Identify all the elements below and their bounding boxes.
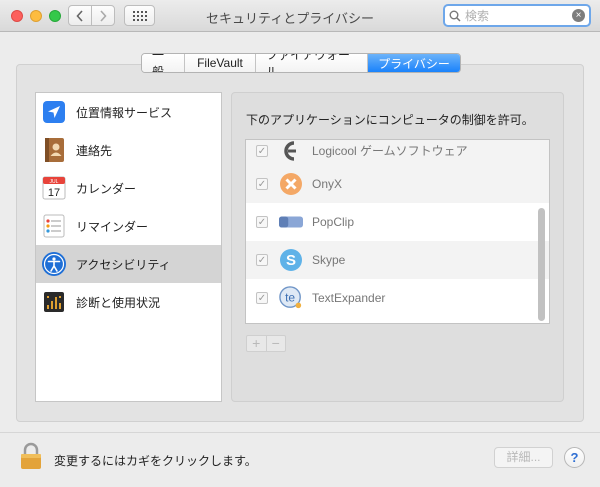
app-checkbox[interactable]: ✓ — [256, 178, 268, 190]
app-name: PopClip — [312, 215, 355, 229]
clear-search-icon[interactable]: × — [572, 9, 585, 22]
show-all-button[interactable] — [124, 5, 155, 26]
app-name: Skype — [312, 253, 346, 267]
tab-filevault[interactable]: FileVault — [185, 54, 256, 72]
sidebar-item-calendar[interactable]: JUL 17 カレンダー — [36, 169, 221, 207]
app-checkbox[interactable]: ✓ — [256, 292, 268, 304]
search-field[interactable]: × — [443, 4, 591, 27]
app-checkbox[interactable]: ✓ — [256, 144, 268, 157]
sidebar-item-label: 位置情報サービス — [76, 105, 173, 120]
app-name: TextExpander — [312, 291, 386, 305]
help-button[interactable]: ? — [564, 447, 585, 468]
back-button[interactable] — [68, 5, 92, 26]
list-item[interactable]: ✓ OnyX — [246, 165, 549, 203]
app-name: Logicool ゲームソフトウェア — [312, 144, 468, 158]
sidebar-item-label: リマインダー — [76, 219, 149, 234]
calendar-day-text: 17 — [48, 187, 60, 199]
diagnostics-icon — [41, 289, 67, 315]
chevron-left-icon — [76, 9, 83, 22]
sidebar-item-location-services[interactable]: 位置情報サービス — [36, 93, 221, 131]
tab-bar: 一般 FileVault ファイアウォール プライバシー — [141, 53, 461, 73]
list-item[interactable]: ✓ S Skype — [246, 241, 549, 279]
svg-text:te: te — [285, 291, 295, 305]
chevron-right-icon — [100, 9, 107, 22]
forward-button[interactable] — [91, 5, 115, 26]
add-app-button[interactable]: + — [247, 336, 267, 351]
app-checkbox[interactable]: ✓ — [256, 216, 268, 228]
remove-app-button[interactable]: − — [267, 336, 286, 351]
details-button[interactable]: 詳細... — [494, 447, 553, 468]
tab-firewall[interactable]: ファイアウォール — [256, 54, 368, 72]
sidebar-item-label: アクセシビリティ — [76, 257, 171, 272]
sidebar-item-accessibility[interactable]: アクセシビリティ — [36, 245, 221, 283]
contacts-icon — [41, 137, 67, 163]
list-item[interactable]: ✓ PopClip — [246, 203, 549, 241]
tab-general[interactable]: 一般 — [142, 54, 185, 72]
sidebar-item-diagnostics[interactable]: 診断と使用状況 — [36, 283, 221, 321]
search-input[interactable] — [465, 8, 572, 23]
tab-privacy[interactable]: プライバシー — [368, 54, 460, 72]
lock-hint-text: 変更するにはカギをクリックします。 — [54, 454, 257, 468]
close-window-button[interactable] — [11, 10, 23, 22]
title-bar: セキュリティとプライバシー × — [0, 0, 600, 32]
privacy-category-list: 位置情報サービス 連絡先 JUL 17 カレンダー リマインダー アクセシビリテ… — [35, 92, 222, 402]
logicool-icon — [279, 140, 303, 163]
app-list: ✓ Logicool ゲームソフトウェア ✓ OnyX ✓ PopClip ✓ … — [245, 139, 550, 324]
lock-icon — [21, 442, 41, 469]
calendar-month-text: JUL — [50, 179, 59, 185]
reminders-icon — [41, 213, 67, 239]
grid-icon — [132, 10, 147, 21]
add-remove-control: + − — [246, 335, 286, 352]
svg-text:S: S — [286, 252, 296, 269]
footer-divider — [0, 432, 600, 433]
sidebar-item-label: 連絡先 — [76, 143, 113, 158]
app-checkbox[interactable]: ✓ — [256, 254, 268, 266]
sidebar-item-label: 診断と使用状況 — [76, 295, 161, 310]
list-item[interactable]: ✓ Logicool ゲームソフトウェア — [246, 140, 549, 165]
app-name: OnyX — [312, 177, 343, 191]
search-icon — [449, 10, 461, 22]
location-icon — [41, 99, 67, 125]
textexpander-icon: te — [279, 286, 303, 310]
sidebar-item-label: カレンダー — [76, 181, 137, 196]
minimize-window-button[interactable] — [30, 10, 42, 22]
window-title: セキュリティとプライバシー — [206, 11, 374, 26]
onyx-icon — [279, 172, 303, 196]
lock-button[interactable] — [20, 442, 42, 473]
sidebar-item-contacts[interactable]: 連絡先 — [36, 131, 221, 169]
panel-heading: 下のアプリケーションにコンピュータの制御を許可。 — [246, 113, 534, 127]
list-item[interactable]: ✓ te TextExpander — [246, 279, 549, 317]
skype-icon: S — [279, 248, 303, 272]
popclip-icon — [279, 210, 303, 234]
zoom-window-button[interactable] — [49, 10, 61, 22]
app-list-scrollbar[interactable] — [538, 208, 545, 321]
calendar-icon: JUL 17 — [41, 175, 67, 201]
accessibility-icon — [41, 251, 67, 277]
sidebar-item-reminders[interactable]: リマインダー — [36, 207, 221, 245]
